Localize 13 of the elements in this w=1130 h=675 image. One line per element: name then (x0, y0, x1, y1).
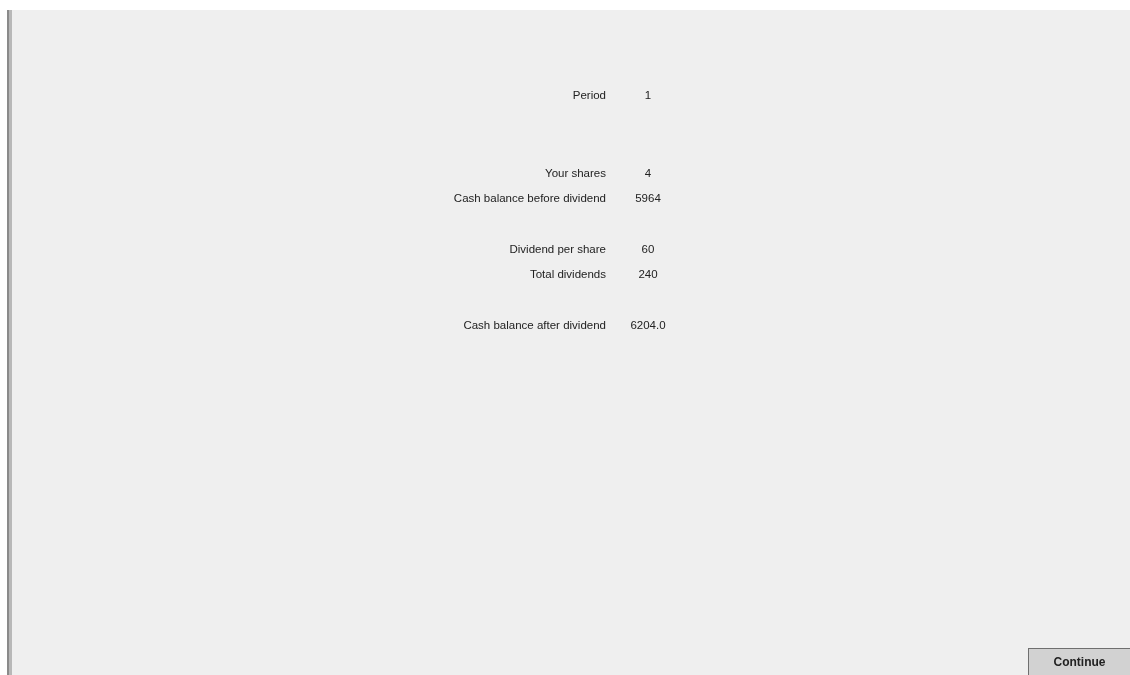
field-label: Cash balance before dividend (452, 191, 606, 204)
field-value: 5964 (634, 191, 662, 204)
field-label: Dividend per share (508, 242, 606, 255)
continue-button[interactable]: Continue (1028, 648, 1130, 675)
field-value: 6204.0 (629, 318, 667, 331)
field-label: Cash balance after dividend (462, 318, 606, 331)
field-label: Period (571, 88, 606, 101)
field-value: 240 (637, 267, 659, 280)
field-value: 4 (643, 166, 653, 179)
field-value: 60 (640, 242, 656, 255)
field-value: 1 (643, 88, 653, 101)
field-label: Your shares (544, 166, 606, 179)
field-label: Total dividends (528, 267, 606, 280)
